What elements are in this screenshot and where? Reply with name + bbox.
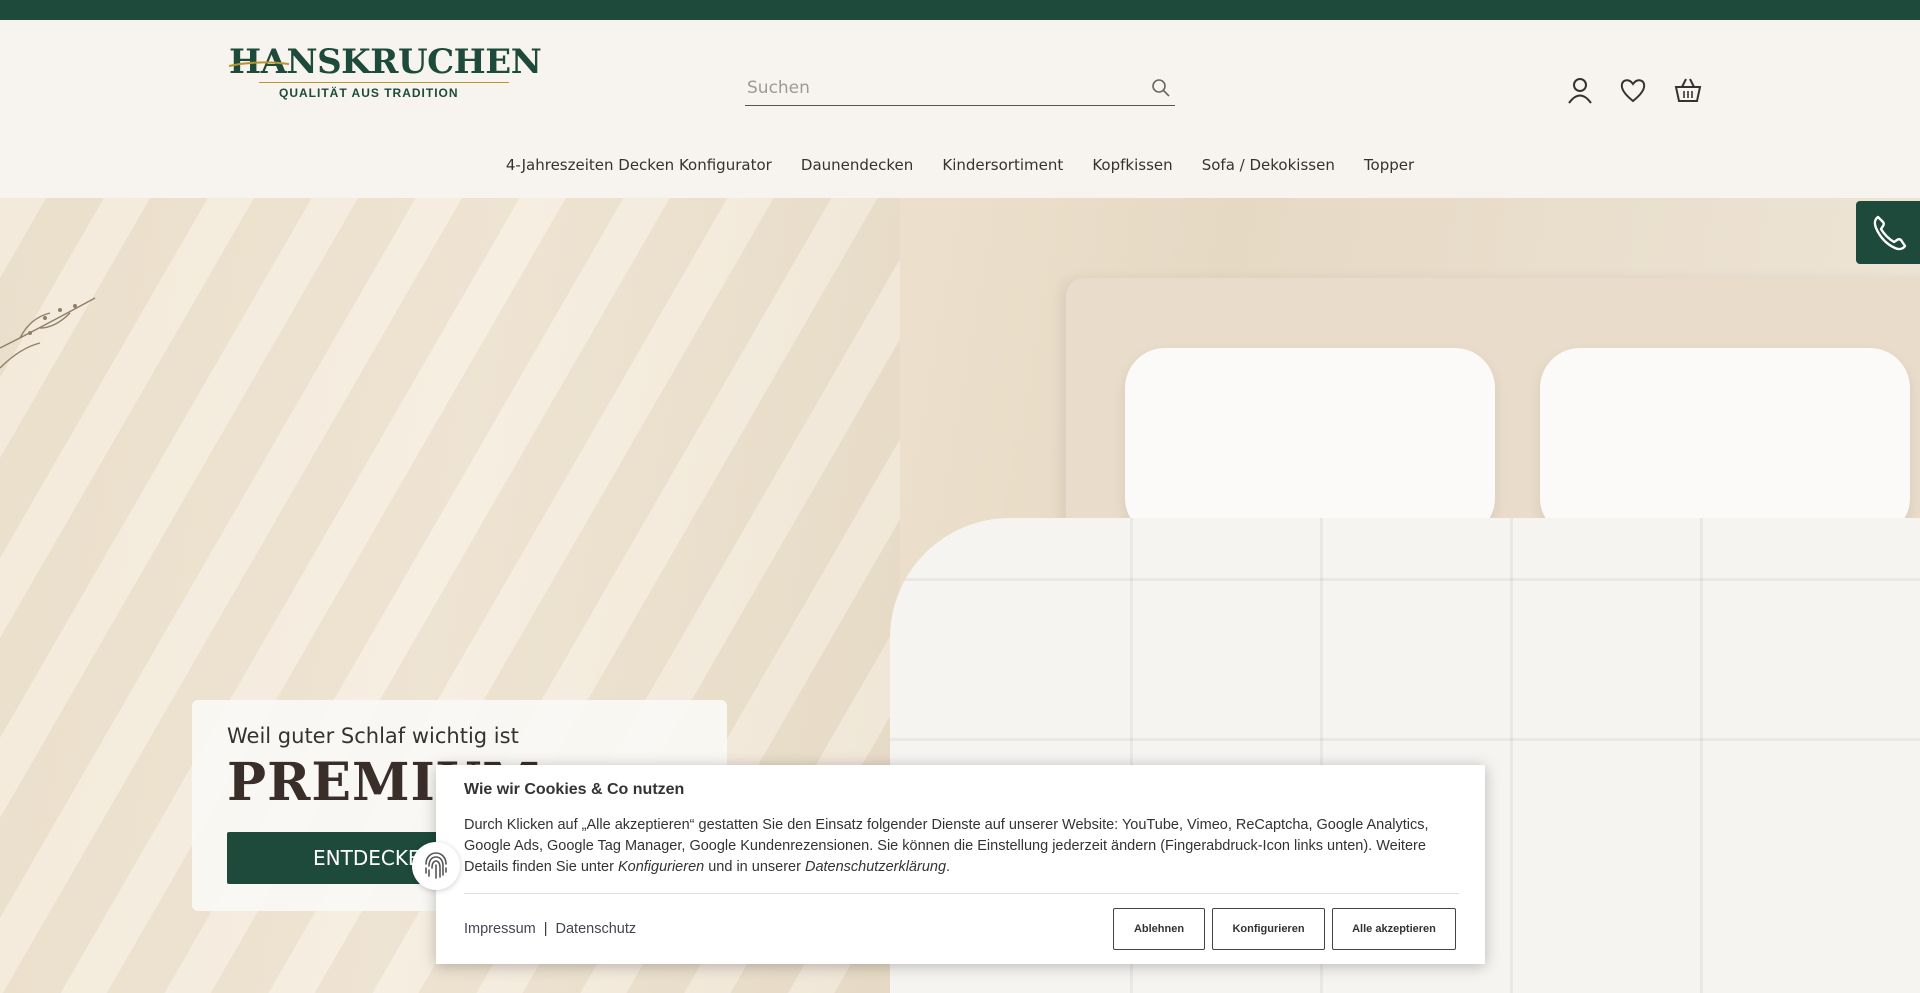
configure-button[interactable]: Konfigurieren xyxy=(1212,908,1325,950)
link-separator: | xyxy=(543,921,548,937)
datenschutz-link[interactable]: Datenschutz xyxy=(556,921,637,937)
cookie-settings-button[interactable] xyxy=(412,842,460,890)
site-header: HANSKRUCHEN QUALITÄT AUS TRADITION 4-Jah… xyxy=(0,20,1920,198)
cookie-divider xyxy=(464,893,1459,894)
logo-tagline: QUALITÄT AUS TRADITION xyxy=(279,86,459,100)
cookie-banner: Wie wir Cookies & Co nutzen Durch Klicke… xyxy=(436,765,1485,964)
top-bar xyxy=(0,0,1920,20)
cookie-configure-link[interactable]: Konfigurieren xyxy=(618,859,704,875)
fingerprint-icon xyxy=(425,852,447,879)
pillow-left xyxy=(1125,348,1495,538)
header-icons xyxy=(1566,76,1702,104)
nav-item-topper[interactable]: Topper xyxy=(1364,150,1414,180)
logo[interactable]: HANSKRUCHEN QUALITÄT AUS TRADITION xyxy=(229,42,542,102)
plant-decoration xyxy=(0,297,96,369)
search-icon[interactable] xyxy=(1151,78,1171,98)
cookie-title: Wie wir Cookies & Co nutzen xyxy=(464,781,685,798)
logo-swoosh-icon xyxy=(229,61,289,67)
user-icon[interactable] xyxy=(1566,76,1594,104)
basket-icon[interactable] xyxy=(1674,76,1702,104)
impressum-link[interactable]: Impressum xyxy=(464,921,536,937)
cookie-privacy-link[interactable]: Datenschutzerklärung xyxy=(805,859,946,875)
search-input[interactable] xyxy=(745,72,1135,104)
nav-item-kopfkissen[interactable]: Kopfkissen xyxy=(1092,150,1172,180)
cookie-footer-links: Impressum | Datenschutz xyxy=(464,921,636,937)
cookie-text-mid: und in unserer xyxy=(704,859,805,875)
search-bar xyxy=(745,72,1175,106)
decline-button[interactable]: Ablehnen xyxy=(1113,908,1205,950)
cookie-text: Durch Klicken auf „Alle akzeptieren“ ges… xyxy=(464,815,1459,878)
nav-item-kindersortiment[interactable]: Kindersortiment xyxy=(942,150,1063,180)
main-nav: 4-Jahreszeiten Decken Konfigurator Daune… xyxy=(0,150,1920,180)
heart-icon[interactable] xyxy=(1619,76,1647,104)
phone-icon xyxy=(1873,215,1907,251)
cookie-text-end: . xyxy=(946,859,951,875)
nav-item-konfigurator[interactable]: 4-Jahreszeiten Decken Konfigurator xyxy=(506,150,772,180)
nav-item-sofa-dekokissen[interactable]: Sofa / Dekokissen xyxy=(1202,150,1335,180)
pillow-right xyxy=(1540,348,1910,538)
nav-item-daunendecken[interactable]: Daunendecken xyxy=(801,150,913,180)
phone-contact-button[interactable] xyxy=(1856,201,1920,264)
hero-subtitle: Weil guter Schlaf wichtig ist xyxy=(227,724,519,748)
accept-all-button[interactable]: Alle akzeptieren xyxy=(1332,908,1456,950)
logo-underline xyxy=(259,82,509,83)
